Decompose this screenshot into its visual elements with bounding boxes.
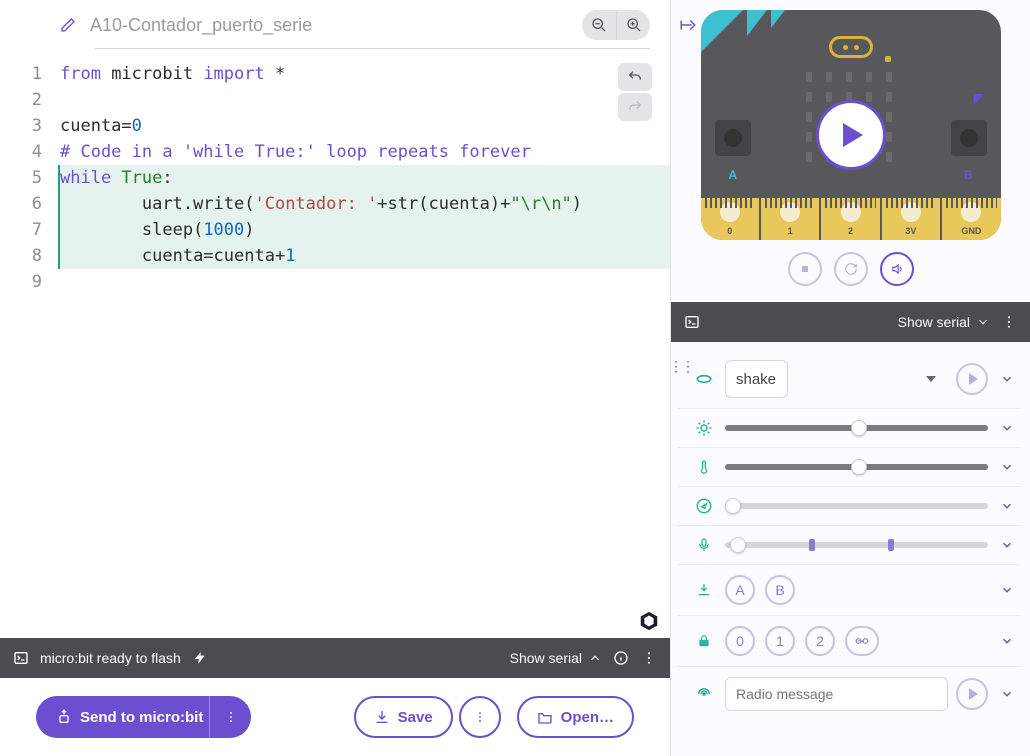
action-bar: Send to micro:bit Save Open… [0,678,670,756]
line-gutter: 123456789 [0,61,60,638]
drag-handle-icon[interactable]: ⋮⋮ [671,358,693,375]
code-area[interactable]: from microbit import *cuenta=0# Code in … [60,61,670,638]
sim-serial-bar: Show serial [671,302,1030,342]
send-label: Send to micro:bit [80,709,203,726]
radio-expand-icon[interactable] [998,687,1016,701]
save-button[interactable]: Save [354,696,453,738]
microbit-board[interactable]: A B ◤ 0123VGND [701,10,1001,240]
button-a-chip[interactable]: A [725,575,755,605]
sound-expand-icon[interactable] [998,538,1016,552]
open-label: Open… [561,709,614,726]
terminal-icon [12,649,30,667]
status-bar: micro:bit ready to flash Show serial [0,638,670,678]
sim-serial-more-icon[interactable] [1000,313,1018,331]
pin-link-chip[interactable] [845,626,879,656]
compass-icon [693,497,715,515]
board-button-a[interactable] [715,120,751,156]
show-serial-label: Show serial [510,650,582,666]
sensor-radio-row [677,667,1020,721]
light-slider[interactable] [725,425,988,431]
gesture-play-button[interactable] [956,363,988,395]
simulator-area: A B ◤ 0123VGND [671,0,1030,292]
save-button-group: Save [354,696,501,738]
sim-terminal-icon [683,313,701,331]
sensor-light-row [677,409,1020,448]
board-button-b[interactable] [951,120,987,156]
save-more-button[interactable] [459,696,501,738]
board-label-b: B [964,168,973,182]
button-b-chip[interactable]: B [765,575,795,605]
undo-button[interactable] [618,63,652,91]
compass-slider[interactable] [725,503,988,509]
status-more-icon[interactable] [640,649,658,667]
show-serial-toggle[interactable]: Show serial [510,650,602,666]
temp-expand-icon[interactable] [998,460,1016,474]
flash-icon [191,649,209,667]
compass-expand-icon[interactable] [998,499,1016,513]
board-flag-b-icon: ◤ [974,90,985,107]
project-title[interactable]: A10-Contador_puerto_serie [90,15,568,36]
sensor-list[interactable]: ⋮⋮ shake [671,342,1030,756]
board-label-a: A [729,168,738,182]
sim-controls [685,252,1016,286]
pins-expand-icon[interactable] [998,634,1016,648]
radio-message-input[interactable] [725,677,948,711]
status-text: micro:bit ready to flash [40,650,181,666]
send-button-group: Send to micro:bit [36,696,251,738]
sim-show-serial-toggle[interactable]: Show serial [898,314,990,330]
sensor-buttons-row: A B [677,565,1020,616]
editor-panel: A10-Contador_puerto_serie 123456789 from… [0,0,670,756]
board-edge: 0123VGND [701,198,1001,240]
board-mic-icon [885,56,891,62]
pin-chip-0[interactable]: 0 [725,626,755,656]
zoom-out-button[interactable] [582,10,616,40]
radio-send-button[interactable] [956,678,988,710]
light-expand-icon[interactable] [998,421,1016,435]
sim-play-button[interactable] [816,100,886,170]
microphone-icon [693,536,715,554]
zoom-group [582,10,650,40]
pin-chip-2[interactable]: 2 [805,626,835,656]
radio-icon [693,685,715,703]
temp-slider[interactable] [725,464,988,470]
temperature-icon [693,458,715,476]
open-button[interactable]: Open… [517,696,634,738]
info-icon[interactable] [612,649,630,667]
save-label: Save [398,709,433,726]
sim-restart-button[interactable] [834,252,868,286]
hex-badge-icon [638,610,660,632]
gesture-expand-icon[interactable] [998,372,1016,386]
undo-redo-group [618,63,652,121]
sensor-compass-row [677,487,1020,526]
sim-stop-button[interactable] [788,252,822,286]
sound-slider[interactable] [725,542,988,548]
board-logo-icon [829,36,873,58]
sensor-gesture-row: shake [677,350,1020,409]
redo-button[interactable] [618,93,652,121]
sim-mute-button[interactable] [880,252,914,286]
download-icon [693,582,715,598]
send-more-button[interactable] [209,696,251,738]
title-bar: A10-Contador_puerto_serie [0,0,670,48]
lock-icon [693,633,715,649]
simulator-panel: A B ◤ 0123VGND Show serial [670,0,1030,756]
edit-title-icon[interactable] [60,17,76,33]
light-icon [693,419,715,437]
gesture-select[interactable]: shake [725,360,788,398]
buttons-expand-icon[interactable] [998,583,1016,597]
zoom-in-button[interactable] [616,10,650,40]
pin-chip-1[interactable]: 1 [765,626,795,656]
sensor-sound-row [677,526,1020,565]
sensor-pins-row: 012 [677,616,1020,667]
send-button[interactable]: Send to micro:bit [36,696,219,738]
sim-serial-label: Show serial [898,314,970,330]
code-editor[interactable]: 123456789 from microbit import *cuenta=0… [0,49,670,638]
gesture-icon [693,369,715,389]
sensor-temp-row [677,448,1020,487]
